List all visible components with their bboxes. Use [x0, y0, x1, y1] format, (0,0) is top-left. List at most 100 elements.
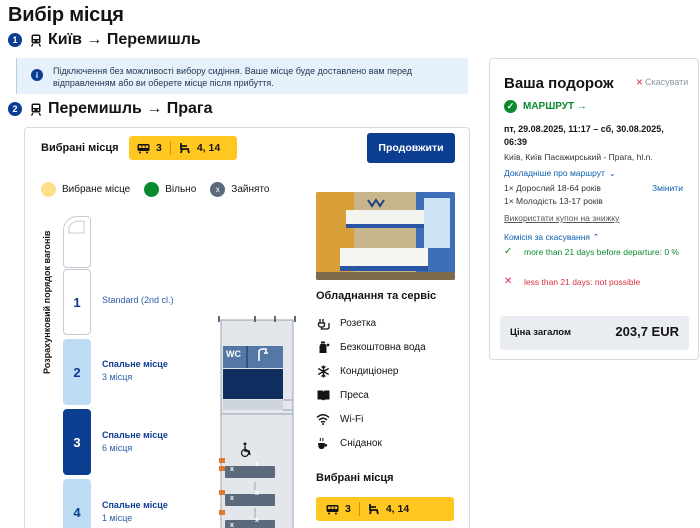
amenities-title: Обладнання та сервіс [316, 290, 437, 302]
socket-icon [316, 316, 330, 330]
amenity-label: Преса [340, 389, 369, 401]
change-passengers-link[interactable]: Змінити [652, 183, 683, 193]
seat-numbers: 4, 14 [196, 142, 221, 154]
info-icon: i [31, 69, 43, 81]
wagon-3-seats: 6 місця [102, 443, 133, 453]
page-title: Вибір місця [8, 4, 124, 26]
breakfast-icon [316, 436, 330, 450]
amenity-breakfast: Сніданок [316, 436, 382, 450]
legend-free-dot [144, 182, 160, 197]
chevron-up-icon: ⌃ [592, 232, 600, 242]
wagon-1[interactable]: 1 [63, 269, 91, 335]
shower-icon [255, 347, 271, 368]
amenity-water: Безкоштовна вода [316, 340, 426, 354]
total-label: Ціна загалом [510, 327, 571, 338]
wagon-4-info: Спальне місце 1 місце [102, 499, 168, 525]
wagon-order-text: Розрахунковий порядок вагонів [42, 230, 52, 374]
legend-occupied-label: Зайнято [231, 184, 270, 195]
selected-seats-pill: 3 4, 14 [129, 136, 237, 160]
check-icon: ✓ [504, 246, 513, 257]
passenger-youth: 1× Молодість 13-17 років [504, 196, 603, 206]
journey-stations: Київ, Київ Пасажирський - Прага, hl.n. [504, 152, 653, 162]
legend-selected-label: Вибране місце [62, 184, 131, 195]
seat-numbers: 4, 14 [385, 503, 410, 515]
locomotive [63, 216, 91, 268]
train-icon [30, 103, 42, 116]
water-icon [316, 340, 330, 354]
wagon-3[interactable]: 3 [63, 409, 91, 475]
amenity-wifi: Wi-Fi [316, 412, 363, 426]
wifi-icon [316, 412, 330, 426]
wheelchair-icon [239, 442, 253, 463]
wagon-count: 3 [345, 503, 351, 515]
journey-title: Ваша подорож [504, 75, 614, 92]
occupied-seat-marker: x [230, 495, 234, 502]
newspaper-icon [316, 388, 330, 402]
wagon-icon [326, 504, 339, 515]
close-icon: × [636, 74, 644, 89]
info-notice: i Підключення без можливості вибору сиді… [16, 58, 468, 94]
wagon-floor-plan: WC x x x x x x 73 [215, 314, 299, 528]
legend-occupied: x Зайнято [210, 182, 269, 197]
cancellation-rule-ok: ✓ more than 21 days before departure: 0 … [504, 246, 690, 258]
wagon-icon [137, 143, 150, 154]
wagon-2[interactable]: 2 [63, 339, 91, 405]
coupon-link[interactable]: Використати купон на знижку [504, 213, 619, 223]
selected-seats-label-2: Вибрані місця [316, 472, 394, 484]
legend-free-label: Вільно [165, 184, 197, 195]
seat-selection-card: Вибрані місця 3 4, 14 Продовжити Вибране… [24, 127, 470, 528]
cross-icon: ✕ [504, 276, 513, 287]
step-number-badge: 1 [8, 33, 22, 47]
wc-label: WC [226, 349, 241, 359]
notice-text: Підключення без можливості вибору сидінн… [53, 66, 413, 88]
wagon-1-info: Standard (2nd cl.) [102, 294, 174, 307]
step-1-header: 1 Київ → Перемишль [8, 31, 201, 49]
cancellation-rule-denied: ✕ less than 21 days: not possible [504, 276, 690, 288]
selected-seats-label: Вибрані місця [41, 142, 119, 154]
occupied-seat-marker: x [230, 466, 234, 473]
amenity-label: Wi-Fi [340, 413, 364, 425]
route-details-link[interactable]: Докладніше про маршрут ⌄ [504, 168, 616, 178]
wagon-4-name: Спальне місце [102, 500, 168, 510]
wagon-4[interactable]: 4 [63, 479, 91, 528]
pill-divider [169, 141, 171, 155]
seat-legend: Вибране місце Вільно x Зайнято [41, 182, 283, 197]
rule-text: more than 21 days before departure: 0 % [524, 247, 679, 257]
amenity-air-conditioning: Кондиціонер [316, 364, 399, 378]
wagon-1-name: Standard (2nd cl.) [102, 295, 174, 305]
cancel-label: Скасувати [645, 77, 689, 87]
check-icon: ✓ [504, 100, 517, 113]
step-route: Перемишль → Прага [48, 100, 213, 117]
legend-occupied-dot: x [210, 182, 226, 197]
train-icon [30, 34, 42, 47]
occupied-seat-marker: x [255, 517, 259, 524]
amenity-label: Кондиціонер [340, 365, 399, 377]
wagon-3-info: Спальне місце 6 місця [102, 429, 168, 455]
cancellation-fee-toggle[interactable]: Комісія за скасування ⌃ [504, 232, 600, 243]
amenity-press: Преса [316, 388, 369, 402]
rule-text: less than 21 days: not possible [524, 277, 641, 287]
amenity-label: Безкоштовна вода [340, 341, 426, 353]
continue-button[interactable]: Продовжити [367, 133, 455, 163]
pill-divider [358, 502, 360, 516]
journey-summary: Ваша подорож × Скасувати ✓ МАРШРУТ → пт,… [489, 58, 699, 360]
wagon-count: 3 [156, 142, 162, 154]
amenity-label: Сніданок [340, 437, 382, 449]
total-price-box: Ціна загалом 203,7 EUR [500, 316, 689, 350]
compartment-photo [316, 192, 455, 280]
route-header: ✓ МАРШРУТ → [504, 100, 587, 113]
wagon-2-seats: 3 місця [102, 372, 133, 382]
step-2-header: 2 Перемишль → Прага [8, 100, 213, 118]
passenger-adult: 1× Дорослий 18-64 років [504, 183, 601, 193]
legend-free: Вільно [144, 182, 196, 197]
route-label: МАРШРУТ → [523, 101, 587, 112]
occupied-seat-marker: x [255, 490, 259, 497]
wagon-order-label: Розрахунковий порядок вагонів [42, 214, 56, 378]
legend-selected-dot [41, 182, 56, 197]
wagon-3-name: Спальне місце [102, 430, 168, 440]
snowflake-icon [316, 364, 330, 378]
seat-icon [368, 503, 380, 515]
amenity-label: Розетка [340, 317, 377, 329]
route-details-label: Докладніше про маршрут [504, 168, 605, 178]
cancel-button[interactable]: × Скасувати [636, 74, 689, 89]
